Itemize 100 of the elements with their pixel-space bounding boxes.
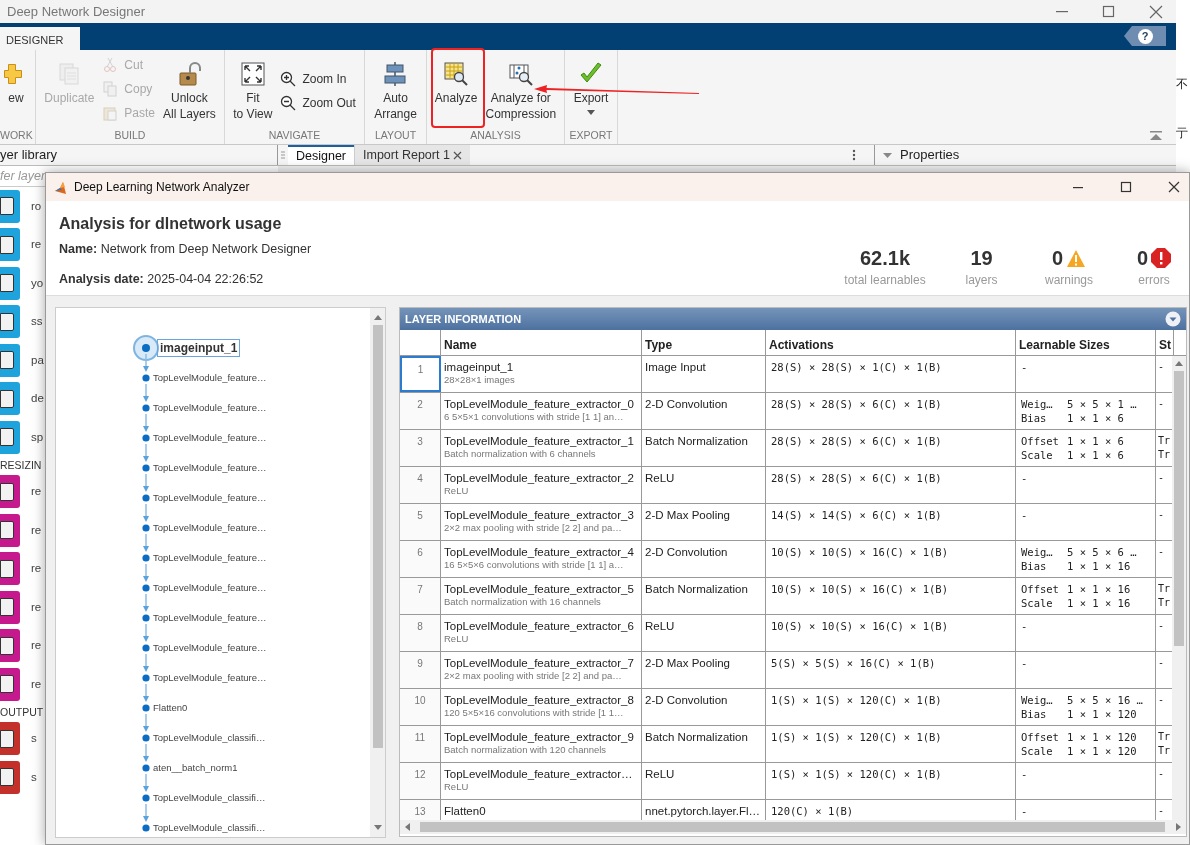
layer-name[interactable]: re — [31, 560, 42, 578]
caret-icon[interactable] — [883, 152, 892, 158]
layer-icon[interactable] — [0, 513, 20, 547]
column-header[interactable]: Learnable Sizes — [1016, 330, 1156, 355]
scroll-thumb[interactable] — [372, 325, 383, 748]
row-number[interactable]: 7 — [400, 578, 441, 614]
node-label[interactable]: TopLevelModule_feature… — [153, 460, 267, 476]
layer-name[interactable]: s — [31, 730, 37, 748]
scroll-up-icon[interactable] — [1175, 361, 1183, 366]
layer-icon[interactable] — [0, 760, 20, 794]
layer-name[interactable]: re — [31, 483, 42, 501]
layer-name[interactable]: ss — [31, 313, 43, 331]
layer-icon[interactable] — [0, 189, 20, 223]
close-icon[interactable] — [1167, 180, 1181, 194]
node-dot[interactable] — [142, 674, 150, 682]
node-label[interactable]: TopLevelModule_feature… — [153, 370, 267, 386]
layer-icon[interactable] — [0, 382, 20, 416]
column-header[interactable]: Activations — [766, 330, 1016, 355]
row-number[interactable]: 8 — [400, 615, 441, 651]
maximize-icon[interactable] — [1101, 3, 1117, 20]
layer-icon[interactable] — [0, 590, 20, 624]
ribbon-button[interactable]: Zoom In — [280, 70, 356, 88]
node-label[interactable]: TopLevelModule_feature… — [153, 580, 267, 596]
grip-icon[interactable] — [280, 150, 286, 160]
node-label[interactable]: TopLevelModule_classifi… — [153, 820, 266, 836]
node-dot[interactable] — [142, 704, 150, 712]
layer-name[interactable]: re — [31, 521, 42, 539]
row-number[interactable]: 13 — [400, 800, 441, 820]
layer-name[interactable]: re — [31, 598, 42, 616]
node-dot[interactable] — [142, 614, 150, 622]
more-icon[interactable] — [852, 149, 856, 161]
node-label[interactable]: aten__batch_norm1 — [153, 760, 238, 776]
scrollbar[interactable] — [400, 820, 1186, 834]
help-button[interactable]: ? — [1124, 26, 1166, 46]
close-icon[interactable] — [452, 150, 462, 160]
layer-name[interactable]: yo — [31, 274, 44, 292]
document-tab[interactable]: Designer — [288, 145, 355, 165]
row-number[interactable]: 11 — [400, 726, 441, 762]
ribbon-button[interactable]: Export — [569, 50, 613, 115]
scrollbar[interactable] — [370, 308, 385, 837]
column-header[interactable]: St — [1156, 330, 1174, 355]
node-label[interactable]: TopLevelModule_classifi… — [153, 730, 266, 746]
node-dot[interactable] — [142, 464, 150, 472]
scroll-left-icon[interactable] — [405, 823, 410, 831]
layer-icon[interactable] — [0, 667, 20, 701]
layer-icon[interactable] — [0, 305, 20, 339]
row-number[interactable]: 12 — [400, 763, 441, 799]
ribbon-button[interactable]: Fit to View — [229, 50, 277, 122]
row-number[interactable]: 2 — [400, 393, 441, 429]
scrollbar[interactable] — [1172, 356, 1186, 820]
node-label[interactable]: TopLevelModule_feature… — [153, 520, 267, 536]
layer-name[interactable]: s — [31, 768, 37, 786]
layer-name[interactable]: de — [31, 390, 44, 408]
maximize-icon[interactable] — [1119, 180, 1133, 194]
dropdown-icon[interactable] — [1165, 311, 1181, 327]
node-label[interactable]: TopLevelModule_feature… — [153, 490, 267, 506]
layer-icon[interactable] — [0, 266, 20, 300]
node-dot[interactable] — [142, 734, 150, 742]
node-dot[interactable] — [142, 644, 150, 652]
layer-icon[interactable] — [0, 552, 20, 586]
ribbon-button[interactable]: ew — [0, 50, 32, 106]
row-number[interactable]: 10 — [400, 689, 441, 725]
node-label[interactable]: TopLevelModule_feature… — [153, 640, 267, 656]
layer-icon[interactable] — [0, 420, 20, 454]
node-dot[interactable] — [142, 404, 150, 412]
collapse-icon[interactable] — [1150, 131, 1162, 140]
document-tab[interactable]: Import Report 1 — [354, 145, 470, 165]
layer-icon[interactable] — [0, 228, 20, 262]
scroll-thumb[interactable] — [1174, 371, 1184, 646]
node-dot[interactable] — [142, 824, 150, 832]
ribbon-tab[interactable]: DESIGNER — [0, 27, 80, 50]
node-label[interactable]: Flatten0 — [153, 700, 188, 716]
scroll-down-icon[interactable] — [373, 825, 382, 830]
ribbon-button[interactable]: Zoom Out — [280, 94, 356, 112]
node-label[interactable]: TopLevelModule_feature… — [153, 550, 267, 566]
column-header[interactable]: Type — [642, 330, 766, 355]
node-label[interactable]: TopLevelModule_classifi… — [153, 790, 266, 806]
scroll-up-icon[interactable] — [373, 315, 382, 320]
node-dot[interactable] — [142, 524, 150, 532]
node-label[interactable]: TopLevelModule_feature… — [153, 610, 267, 626]
node-dot[interactable] — [142, 494, 150, 502]
layer-name[interactable]: ro — [31, 197, 42, 215]
row-number[interactable]: 9 — [400, 652, 441, 688]
layer-name[interactable]: sp — [31, 428, 44, 446]
ribbon-button[interactable]: Unlock All Layers — [159, 50, 220, 122]
node-dot[interactable] — [142, 584, 150, 592]
ribbon-button[interactable]: Auto Arrange — [370, 50, 421, 122]
layer-name[interactable]: pa — [31, 351, 44, 369]
node-label[interactable]: TopLevelModule_feature… — [153, 670, 267, 686]
close-icon[interactable] — [1148, 3, 1164, 20]
layer-icon[interactable] — [0, 722, 20, 756]
row-number[interactable]: 4 — [400, 467, 441, 503]
row-number[interactable]: 5 — [400, 504, 441, 540]
node-label[interactable]: TopLevelModule_feature… — [153, 430, 267, 446]
node-dot[interactable] — [142, 794, 150, 802]
node-dot[interactable] — [142, 554, 150, 562]
layer-icon[interactable] — [0, 475, 20, 509]
node-dot[interactable] — [142, 374, 150, 382]
layer-icon[interactable] — [0, 343, 20, 377]
layer-name[interactable]: re — [31, 675, 42, 693]
